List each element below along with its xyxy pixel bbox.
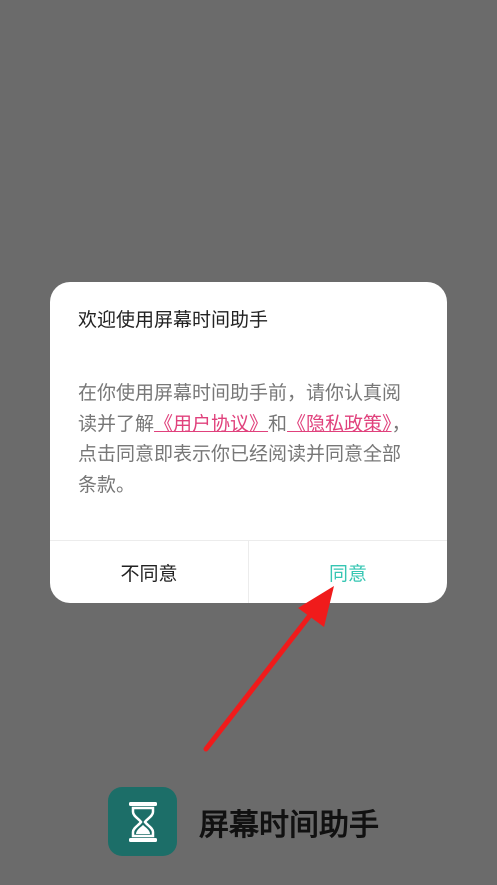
message-text-and: 和: [268, 412, 288, 435]
user-agreement-link[interactable]: 《用户协议》: [154, 413, 268, 435]
privacy-policy-link[interactable]: 《隐私政策》: [287, 413, 392, 435]
dialog-message: 在你使用屏幕时间助手前，请你认真阅读并了解《用户协议》和《隐私政策》，点击同意即…: [78, 378, 418, 500]
dialog-title: 欢迎使用屏幕时间助手: [78, 309, 269, 331]
privacy-consent-dialog: 欢迎使用屏幕时间助手 在你使用屏幕时间助手前，请你认真阅读并了解《用户协议》和《…: [50, 282, 447, 603]
dialog-button-row: 不同意 同意: [50, 540, 447, 603]
app-name: 屏幕时间助手: [199, 807, 379, 843]
disagree-button[interactable]: 不同意: [50, 541, 249, 603]
hourglass-icon: [108, 787, 177, 856]
agree-button[interactable]: 同意: [249, 541, 447, 603]
app-branding: 屏幕时间助手: [108, 787, 379, 856]
